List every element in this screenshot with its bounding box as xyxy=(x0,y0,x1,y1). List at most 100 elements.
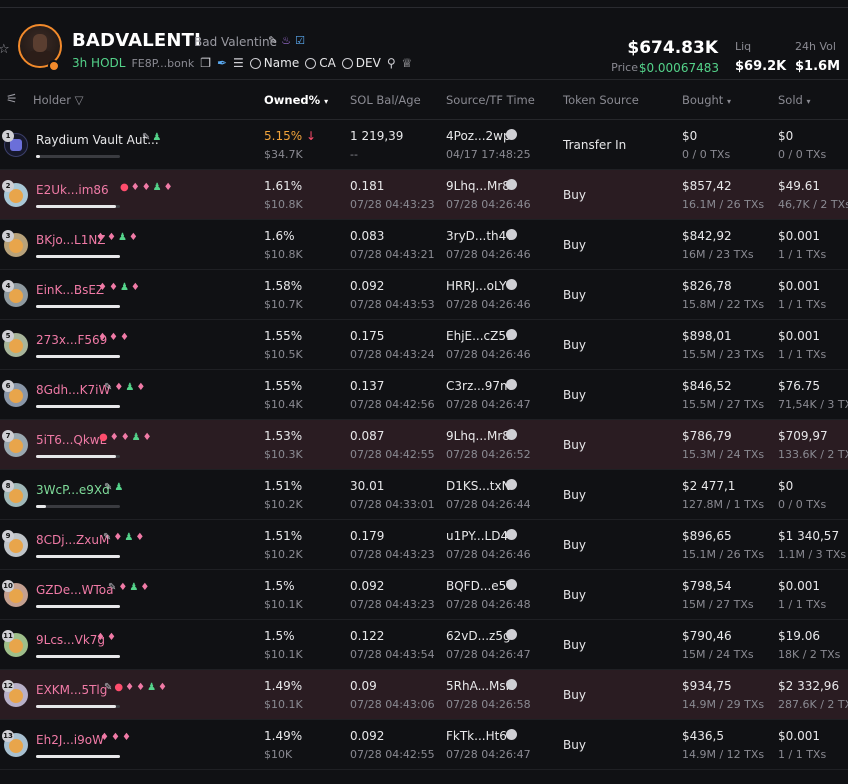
col-sold[interactable]: Sold ▾ xyxy=(778,93,811,107)
edit-icon[interactable]: ✎ xyxy=(268,34,277,47)
wallet-age: 07/28 04:42:56 xyxy=(350,398,435,411)
table-row[interactable]: 13 Eh2J...i9oW ♦ ♦ ♦ 1.49% $10K 0.092 07/2… xyxy=(0,720,848,770)
wallet-age: 07/28 04:43:23 xyxy=(350,598,435,611)
list-icon[interactable]: ☰ xyxy=(233,56,244,70)
user-icon: ♟ xyxy=(129,582,139,593)
user-icon: ♟ xyxy=(114,482,124,493)
wallet-age: 07/28 04:33:01 xyxy=(350,498,435,511)
edit-icon[interactable]: ✎ xyxy=(104,482,112,493)
table-row[interactable]: 1 Raydium Vault Aut... ✎ ♟ 5.15% ↓ $34.7K… xyxy=(0,120,848,170)
exchange-icon xyxy=(506,429,517,440)
sol-balance: 0.092 xyxy=(350,279,385,293)
bought-usd: $2 477,1 xyxy=(682,479,736,493)
volume-label: 24h Vol xyxy=(795,40,836,53)
holder-address[interactable]: Eh2J...i9oW xyxy=(36,733,104,747)
avatar-shape xyxy=(10,139,22,151)
bought-tokens-txs: 15M / 24 TXs xyxy=(682,648,754,661)
holder-tags: ✎ ♦ ♟ ♦ xyxy=(104,382,145,393)
owned-usd: $10.7K xyxy=(264,298,303,311)
bought-usd: $857,42 xyxy=(682,179,732,193)
holder-address[interactable]: EinK...BsEZ xyxy=(36,283,104,297)
sort-icon: ▾ xyxy=(806,97,811,106)
exchange-icon xyxy=(506,229,517,240)
holding-bar xyxy=(36,405,120,408)
col-source[interactable]: Source/TF Time xyxy=(446,93,535,107)
edit-icon[interactable]: ✎ xyxy=(142,132,150,143)
table-row[interactable]: 10 GZDe...WToa ✎ ♦ ♟ ♦ 1.5% $10.1K 0.092 07… xyxy=(0,570,848,620)
col-token-source[interactable]: Token Source xyxy=(563,93,639,107)
wallet-age: 07/28 04:43:53 xyxy=(350,298,435,311)
search-ca-link[interactable]: CA xyxy=(305,56,336,70)
edit-icon[interactable]: ✎ xyxy=(104,382,112,393)
table-row[interactable]: 4 EinK...BsEZ ♦ ♦ ♟ ♦ 1.58% $10.7K 0.092 07… xyxy=(0,270,848,320)
col-sol-bal[interactable]: SOL Bal/Age xyxy=(350,93,421,107)
col-holder[interactable]: Holder ▽ xyxy=(33,93,84,107)
tag-icon: ♦ xyxy=(96,232,105,243)
rank-badge: 4 xyxy=(2,280,14,292)
holder-address[interactable]: 8Gdh...K7iW xyxy=(36,383,110,397)
table-row[interactable]: 8 3WcP...e9Xd ✎ ♟ 1.51% $10.2K 30.01 07/2… xyxy=(0,470,848,520)
wallet-age: -- xyxy=(350,148,358,161)
user-icon: ♟ xyxy=(152,182,162,193)
sold-usd: $0.001 xyxy=(778,229,820,243)
owned-percent: 1.61% xyxy=(264,179,303,193)
table-row[interactable]: 7 5iT6...QkwL ● ♦ ♦ ♟ ♦ 1.53% $10.3K 0.087 0… xyxy=(0,420,848,470)
holder-address[interactable]: 8CDj...ZxuM xyxy=(36,533,109,547)
bought-tokens-txs: 15.1M / 26 TXs xyxy=(682,548,765,561)
filter-icon[interactable]: ▽ xyxy=(75,93,84,107)
holder-address[interactable]: GZDe...WToa xyxy=(36,583,113,597)
table-row[interactable]: 9 8CDj...ZxuM ✎ ♦ ♟ ♦ 1.51% $10.2K 0.179 07… xyxy=(0,520,848,570)
contract-address[interactable]: FE8P...bonk xyxy=(131,57,194,70)
holder-address[interactable]: EXKM...5Tlg xyxy=(36,683,107,697)
holder-address[interactable]: E2Uk...im86 xyxy=(36,183,109,197)
bought-tokens-txs: 0 / 0 TXs xyxy=(682,148,731,161)
col-owned[interactable]: Owned% ▾ xyxy=(264,93,328,107)
holder-tags: ✎ ♟ xyxy=(142,132,161,143)
holder-address[interactable]: Raydium Vault Aut... xyxy=(36,133,159,147)
sliders-icon[interactable]: ⚟ xyxy=(6,92,18,107)
feather-icon[interactable]: ✒ xyxy=(217,56,227,70)
bought-usd: $826,78 xyxy=(682,279,732,293)
table-row[interactable]: 6 8Gdh...K7iW ✎ ♦ ♟ ♦ 1.55% $10.4K 0.137 07… xyxy=(0,370,848,420)
holding-bar xyxy=(36,755,120,758)
search-dev-link[interactable]: DEV xyxy=(341,56,381,70)
holder-address[interactable]: 9Lcs...Vk7g xyxy=(36,633,105,647)
sol-balance: 0.179 xyxy=(350,529,385,543)
sort-icon: ▾ xyxy=(726,97,731,106)
table-row[interactable]: 3 BKjo...L1NZ ♦ ♦ ♟ ♦ 1.6% $10.8K 0.083 07/… xyxy=(0,220,848,270)
sold-tokens-txs: 1 / 1 TXs xyxy=(778,298,827,311)
tag-icon: ♦ xyxy=(119,332,129,343)
holding-bar xyxy=(36,655,120,658)
funding-time: 07/28 04:26:46 xyxy=(446,248,531,261)
share-icon[interactable]: ⚲ xyxy=(387,56,396,70)
holding-bar-fill xyxy=(36,205,116,208)
table-row[interactable]: 11 9Lcs...Vk7g ♦ ♦ 1.5% $10.1K 0.122 07/2… xyxy=(0,620,848,670)
tag-icon: ♦ xyxy=(130,182,140,193)
tag-icon: ♦ xyxy=(142,432,152,443)
search-name-link[interactable]: Name xyxy=(249,56,299,70)
holding-bar-fill xyxy=(36,305,120,308)
edit-icon[interactable]: ✎ xyxy=(108,582,116,593)
holder-address[interactable]: 5iT6...QkwL xyxy=(36,433,106,447)
sold-usd: $1 340,57 xyxy=(778,529,840,543)
table-row[interactable]: 5 273x...F569 ♦ ♦ ♦ 1.55% $10.5K 0.175 07/… xyxy=(0,320,848,370)
alert-icon: ● xyxy=(99,432,108,443)
edit-icon[interactable]: ✎ xyxy=(104,682,112,693)
star-icon[interactable]: ☆ xyxy=(0,42,10,57)
holding-bar xyxy=(36,555,120,558)
holding-bar-fill xyxy=(36,455,116,458)
table-row[interactable]: 12 EXKM...5Tlg ✎ ● ♦ ♦ ♟ ♦ 1.49% $10.1K 0.09 … xyxy=(0,670,848,720)
holder-tags: ✎ ♟ xyxy=(104,482,123,493)
owned-usd: $10.2K xyxy=(264,548,303,561)
tag-icon: ♦ xyxy=(125,682,135,693)
crown-icon[interactable]: ♕ xyxy=(402,56,413,70)
holder-address[interactable]: 273x...F569 xyxy=(36,333,107,347)
copy-icon[interactable]: ❐ xyxy=(200,56,211,70)
col-bought[interactable]: Bought ▾ xyxy=(682,93,731,107)
holding-bar-fill xyxy=(36,405,120,408)
holder-tags: ● ♦ ♦ ♟ ♦ xyxy=(120,182,173,193)
edit-icon[interactable]: ✎ xyxy=(103,532,111,543)
table-row[interactable]: 2 E2Uk...im86 ● ♦ ♦ ♟ ♦ 1.61% $10.8K 0.181 0… xyxy=(0,170,848,220)
owned-percent: 1.49% xyxy=(264,729,303,743)
holder-address[interactable]: 3WcP...e9Xd xyxy=(36,483,110,497)
